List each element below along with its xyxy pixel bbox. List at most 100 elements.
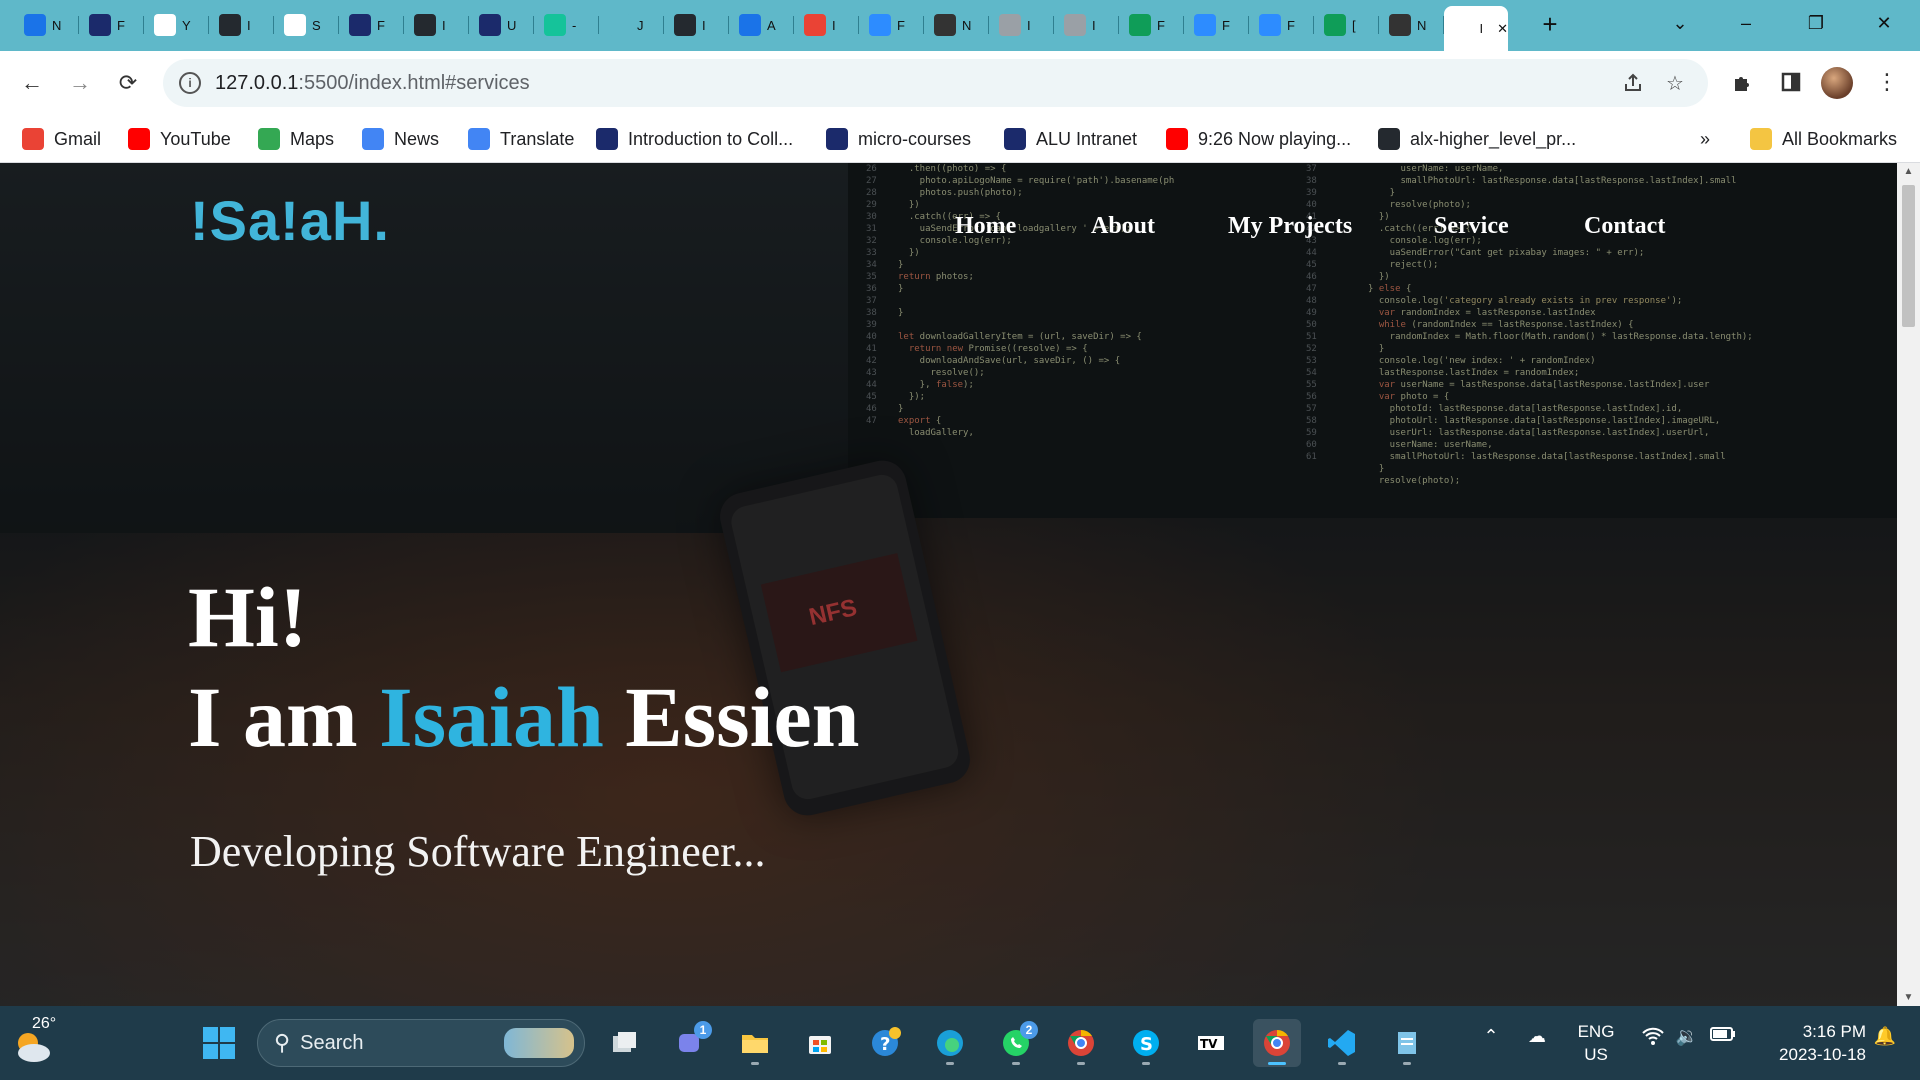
taskbar-chrome-profile[interactable]: [1057, 1019, 1105, 1067]
scroll-up-arrow[interactable]: ▲: [1897, 163, 1920, 180]
weather-widget[interactable]: 26°: [12, 1015, 58, 1067]
browser-tab[interactable]: [: [1314, 8, 1379, 42]
side-panel-icon[interactable]: [1776, 67, 1806, 97]
browser-tab[interactable]: J: [599, 8, 664, 42]
browser-tab[interactable]: F: [1249, 8, 1314, 42]
back-button[interactable]: ←: [14, 65, 50, 101]
bookmark-item[interactable]: Introduction to Coll...: [596, 125, 793, 153]
browser-tab[interactable]: F: [79, 8, 144, 42]
address-bar[interactable]: i 127.0.0.1:5500/index.html#services ☆: [163, 59, 1708, 107]
minimize-button[interactable]: –: [1716, 6, 1776, 40]
bookmark-item[interactable]: 9:26 Now playing...: [1166, 125, 1351, 153]
nav-link-service[interactable]: Service: [1434, 213, 1509, 240]
new-tab-button[interactable]: +: [1536, 9, 1564, 39]
wifi-icon[interactable]: [1640, 1026, 1666, 1046]
browser-tab[interactable]: S: [274, 8, 339, 42]
close-window-button[interactable]: ✕: [1854, 6, 1914, 40]
tab-title: I: [832, 17, 836, 33]
clock-date: 2023-10-18: [1779, 1045, 1866, 1064]
bookmark-item[interactable]: Maps: [258, 125, 334, 153]
browser-tab[interactable]: F: [339, 8, 404, 42]
all-bookmarks-button[interactable]: All Bookmarks: [1750, 125, 1897, 153]
taskbar-tradingview[interactable]: TV: [1187, 1019, 1235, 1067]
taskbar-search[interactable]: ⚲ Search: [257, 1019, 585, 1067]
nav-link-contact[interactable]: Contact: [1584, 213, 1665, 240]
browser-tab[interactable]: N: [14, 8, 79, 42]
page-scrollbar[interactable]: ▲ ▼: [1897, 163, 1920, 1006]
bookmark-item[interactable]: Translate: [468, 125, 574, 153]
profile-avatar[interactable]: [1821, 67, 1853, 99]
bookmark-item[interactable]: News: [362, 125, 439, 153]
nav-link-home[interactable]: Home: [955, 213, 1016, 240]
scroll-thumb[interactable]: [1902, 185, 1915, 327]
url-text[interactable]: 127.0.0.1:5500/index.html#services: [215, 72, 530, 95]
browser-tab[interactable]: F: [859, 8, 924, 42]
search-placeholder: Search: [300, 1031, 364, 1054]
browser-tab[interactable]: N: [1379, 8, 1444, 42]
language-indicator[interactable]: ENG US: [1576, 1020, 1616, 1066]
browser-tab[interactable]: I: [794, 8, 859, 42]
scroll-down-arrow[interactable]: ▼: [1897, 989, 1920, 1006]
bookmarks-overflow-button[interactable]: »: [1700, 125, 1710, 153]
chrome-menu-icon[interactable]: ⋮: [1872, 67, 1902, 97]
browser-tab[interactable]: I: [989, 8, 1054, 42]
site-logo[interactable]: !Sa!aH.: [190, 188, 390, 253]
browser-tab[interactable]: Y: [144, 8, 209, 42]
search-icon: ⚲: [274, 1030, 291, 1055]
share-icon[interactable]: [1621, 71, 1645, 95]
taskbar-chrome[interactable]: [1253, 1019, 1301, 1067]
bookmark-item[interactable]: Gmail: [22, 125, 101, 153]
browser-tab[interactable]: I: [404, 8, 469, 42]
browser-tab[interactable]: I: [209, 8, 274, 42]
volume-icon[interactable]: 🔉: [1674, 1026, 1700, 1047]
restore-button[interactable]: ❐: [1786, 6, 1846, 40]
browser-tab[interactable]: A: [729, 8, 794, 42]
browser-tab[interactable]: N: [924, 8, 989, 42]
browser-tab[interactable]: I: [1054, 8, 1119, 42]
forward-button[interactable]: →: [62, 65, 98, 101]
close-tab-icon[interactable]: ✕: [1497, 21, 1508, 37]
onedrive-cloud-icon[interactable]: ☁: [1522, 1026, 1552, 1047]
bookmark-item[interactable]: YouTube: [128, 125, 231, 153]
bookmark-item[interactable]: alx-higher_level_pr...: [1378, 125, 1576, 153]
weather-temperature: 26°: [32, 1015, 57, 1032]
reload-button[interactable]: ⟳: [110, 65, 146, 101]
show-hidden-icons-chevron[interactable]: ⌃: [1478, 1026, 1504, 1047]
taskbar-get-help[interactable]: ?: [861, 1019, 909, 1067]
nav-link-my-projects[interactable]: My Projects: [1228, 213, 1352, 240]
start-button[interactable]: [195, 1019, 243, 1067]
extensions-icon[interactable]: [1728, 67, 1758, 97]
taskbar-skype[interactable]: S: [1122, 1019, 1170, 1067]
taskbar-notepad[interactable]: [1383, 1019, 1431, 1067]
nav-link-about[interactable]: About: [1091, 213, 1155, 240]
tab-title: I: [442, 17, 446, 33]
taskbar-edge[interactable]: [926, 1019, 974, 1067]
taskbar-vscode[interactable]: [1318, 1019, 1366, 1067]
taskbar-task-view[interactable]: [600, 1019, 648, 1067]
bookmark-star-icon[interactable]: ☆: [1663, 71, 1687, 95]
browser-tab[interactable]: U: [469, 8, 534, 42]
taskbar-file-explorer[interactable]: [731, 1019, 779, 1067]
browser-tab[interactable]: F: [1184, 8, 1249, 42]
battery-icon[interactable]: [1708, 1026, 1738, 1042]
page-favicon: [1454, 17, 1474, 40]
bookmark-item[interactable]: ALU Intranet: [1004, 125, 1137, 153]
site-info-icon[interactable]: i: [179, 72, 201, 94]
tab-title: [: [1352, 17, 1356, 33]
notifications-icon[interactable]: 🔔: [1870, 1026, 1900, 1047]
bookmark-item[interactable]: micro-courses: [826, 125, 971, 153]
tab-search-icon[interactable]: ⌄: [1650, 6, 1710, 40]
taskbar-whatsapp[interactable]: 2: [992, 1019, 1040, 1067]
browser-tab[interactable]: I: [664, 8, 729, 42]
language-code: ENG: [1577, 1022, 1615, 1041]
browser-tab[interactable]: -: [534, 8, 599, 42]
tab-title: N: [1417, 17, 1427, 33]
system-clock[interactable]: 3:16 PM 2023-10-18: [1756, 1020, 1866, 1066]
taskbar-store[interactable]: [796, 1019, 844, 1067]
taskbar-teams[interactable]: 1: [666, 1019, 714, 1067]
page-viewport: 26 27 28 29 30 31 32 33 34 35 36 37 38 3…: [0, 163, 1897, 1006]
browser-tab[interactable]: I ✕: [1444, 6, 1508, 51]
bookmark-label: YouTube: [160, 128, 231, 149]
store-icon: [809, 1036, 831, 1054]
browser-tab[interactable]: F: [1119, 8, 1184, 42]
